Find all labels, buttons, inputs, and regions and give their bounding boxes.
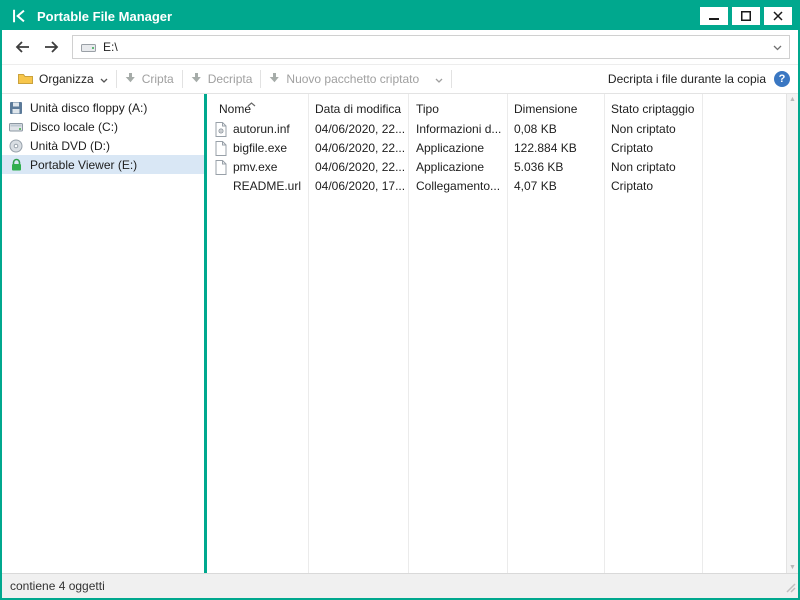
navigation-bar: E:\ [2,30,798,65]
file-size: 5.036 KB [514,160,563,174]
sidebar-item-label: Portable Viewer (E:) [30,158,137,172]
file-encryption-status: Criptato [611,141,653,155]
address-text: E:\ [103,40,118,54]
close-icon [773,11,783,21]
decrypt-on-copy-option[interactable]: Decripta i file durante la copia [608,72,766,86]
toolbar: Organizza Cripta Decripta Nuovo pacchett… [2,65,798,94]
file-modified: 04/06/2020, 22... [315,122,405,136]
file-size: 4,07 KB [514,179,557,193]
file-row[interactable]: README.url 04/06/2020, 17... Collegament… [207,177,786,196]
chevron-down-icon[interactable] [773,40,782,54]
sidebar-item-label: Disco locale (C:) [30,120,118,134]
column-header-name[interactable]: Nome [219,102,251,116]
column-header-type[interactable]: Tipo [416,102,439,116]
file-type: Informazioni d... [416,122,501,136]
encrypt-label: Cripta [142,72,174,86]
file-type: Applicazione [416,141,484,155]
folder-icon [18,72,33,87]
resize-grip-icon[interactable] [785,582,796,596]
decrypt-arrow-icon [191,72,202,86]
scroll-down-icon[interactable]: ▼ [789,564,796,571]
back-button[interactable] [10,35,36,59]
encrypt-button[interactable]: Cripta [117,65,182,93]
file-modified: 04/06/2020, 22... [315,141,405,155]
lock-icon [8,158,24,172]
portable-file-manager-window: Portable File Manager E:\ [0,0,800,600]
file-name: README.url [233,179,301,193]
status-bar: contiene 4 oggetti [2,573,798,598]
file-list: Nome Data di modifica Tipo Dimensione St… [207,94,786,573]
new-encrypted-package-label: Nuovo pacchetto criptato [286,72,419,86]
sidebar-item-dvd[interactable]: Unità DVD (D:) [2,136,204,155]
title-bar: Portable File Manager [2,2,798,30]
toolbar-separator [451,70,452,88]
file-modified: 04/06/2020, 22... [315,160,405,174]
dvd-icon [8,139,24,153]
folder-tree: Unità disco floppy (A:) Disco locale (C:… [2,94,204,573]
minimize-button[interactable] [700,7,728,25]
list-header: Nome Data di modifica Tipo Dimensione St… [207,94,786,120]
file-encryption-status: Non criptato [611,122,676,136]
address-bar[interactable]: E:\ [72,35,790,59]
hard-disk-icon [8,121,24,133]
file-encryption-status: Criptato [611,179,653,193]
main-area: Unità disco floppy (A:) Disco locale (C:… [2,94,798,573]
floppy-icon [8,101,24,115]
close-button[interactable] [764,7,792,25]
file-name: autorun.inf [233,122,290,136]
file-size: 122.884 KB [514,141,577,155]
maximize-icon [741,11,751,21]
sidebar-item-portable-viewer[interactable]: Portable Viewer (E:) [2,155,204,174]
status-text: contiene 4 oggetti [10,579,105,593]
package-arrow-icon [269,72,280,86]
file-row[interactable]: autorun.inf 04/06/2020, 22... Informazio… [207,120,786,139]
file-type: Collegamento... [416,179,500,193]
maximize-button[interactable] [732,7,760,25]
scroll-up-icon[interactable]: ▲ [789,96,796,103]
encrypt-arrow-icon [125,72,136,86]
help-icon[interactable] [774,71,790,87]
file-modified: 04/06/2020, 17... [315,179,405,193]
drive-icon [80,42,96,53]
organize-button[interactable]: Organizza [10,65,116,93]
sidebar-item-local-disk[interactable]: Disco locale (C:) [2,117,204,136]
file-type: Applicazione [416,160,484,174]
sidebar-item-label: Unità DVD (D:) [30,139,110,153]
vertical-scrollbar[interactable]: ▲ ▼ [786,94,798,573]
file-size: 0,08 KB [514,122,557,136]
file-name: bigfile.exe [233,141,287,155]
forward-button[interactable] [38,35,64,59]
decrypt-label: Decripta [208,72,253,86]
kaspersky-logo-icon [10,7,28,25]
file-row[interactable]: bigfile.exe 04/06/2020, 22... Applicazio… [207,139,786,158]
file-encryption-status: Non criptato [611,160,676,174]
decrypt-button[interactable]: Decripta [183,65,261,93]
window-controls [700,7,792,25]
file-name: pmv.exe [233,160,277,174]
file-row[interactable]: pmv.exe 04/06/2020, 22... Applicazione 5… [207,158,786,177]
column-header-modified[interactable]: Data di modifica [315,102,401,116]
organize-label: Organizza [39,72,94,86]
sidebar-item-label: Unità disco floppy (A:) [30,101,147,115]
arrow-left-icon [15,41,31,53]
new-encrypted-package-button[interactable]: Nuovo pacchetto criptato [261,65,451,93]
column-header-size[interactable]: Dimensione [514,102,577,116]
sidebar-item-floppy[interactable]: Unità disco floppy (A:) [2,98,204,117]
chevron-down-icon [435,72,443,86]
arrow-right-icon [43,41,59,53]
chevron-down-icon [100,72,108,86]
window-title: Portable File Manager [37,9,172,24]
column-header-encryption-status[interactable]: Stato criptaggio [611,102,694,116]
minimize-icon [709,11,719,21]
